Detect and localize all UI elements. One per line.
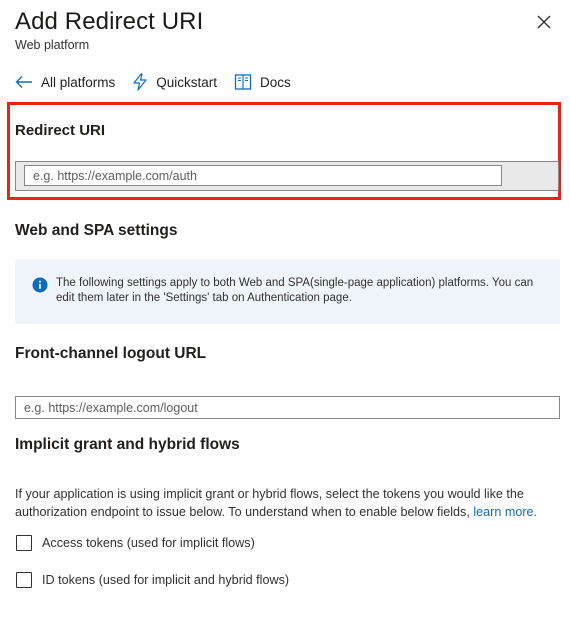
close-icon[interactable] <box>534 12 554 32</box>
redirect-uri-input[interactable] <box>24 165 502 186</box>
docs-button[interactable]: Docs <box>234 73 291 91</box>
all-platforms-label: All platforms <box>41 74 116 90</box>
docs-label: Docs <box>260 74 291 90</box>
implicit-grant-heading: Implicit grant and hybrid flows <box>15 436 240 453</box>
panel-title: Add Redirect URI <box>15 8 204 35</box>
redirect-uri-row <box>15 161 559 191</box>
implicit-description: If your application is using implicit gr… <box>15 486 560 521</box>
access-tokens-checkbox[interactable] <box>16 535 32 551</box>
access-tokens-label: Access tokens (used for implicit flows) <box>42 536 255 550</box>
id-tokens-checkbox[interactable] <box>16 572 32 588</box>
quickstart-button[interactable]: Quickstart <box>132 73 217 91</box>
id-tokens-option[interactable]: ID tokens (used for implicit and hybrid … <box>16 572 289 588</box>
learn-more-link[interactable]: learn more. <box>473 505 537 519</box>
info-banner: The following settings apply to both Web… <box>15 259 560 324</box>
logout-url-input[interactable] <box>15 396 560 419</box>
arrow-left-icon <box>15 76 32 88</box>
info-text: The following settings apply to both Web… <box>56 277 534 304</box>
redirect-uri-heading: Redirect URI <box>15 122 106 139</box>
all-platforms-button[interactable]: All platforms <box>15 75 115 90</box>
book-icon <box>234 74 252 90</box>
id-tokens-label: ID tokens (used for implicit and hybrid … <box>42 573 290 587</box>
lightning-icon <box>133 73 147 91</box>
implicit-description-text: If your application is using implicit gr… <box>15 487 524 519</box>
info-icon <box>32 277 48 293</box>
access-tokens-option[interactable]: Access tokens (used for implicit flows) <box>16 535 255 551</box>
toolbar: All platforms Quickstart Docs <box>15 70 308 94</box>
front-channel-logout-heading: Front-channel logout URL <box>15 345 207 362</box>
web-spa-settings-heading: Web and SPA settings <box>15 222 178 239</box>
quickstart-label: Quickstart <box>156 74 218 90</box>
panel-subtitle: Web platform <box>15 38 90 52</box>
